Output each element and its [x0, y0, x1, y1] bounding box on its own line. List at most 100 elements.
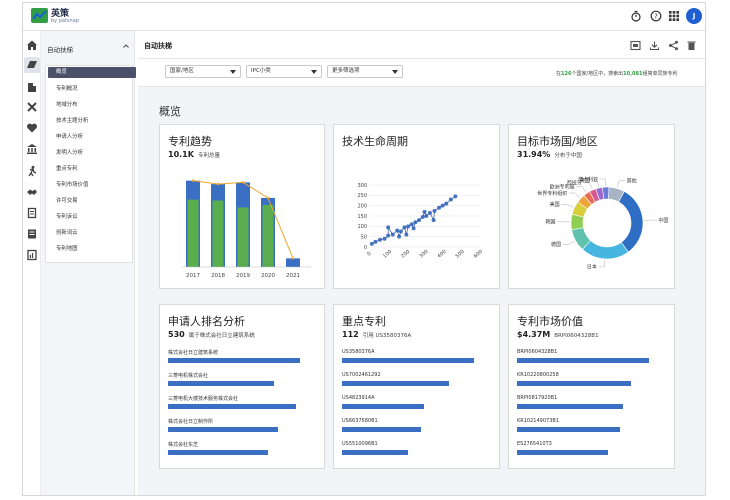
scatter-point[interactable] — [420, 215, 425, 220]
card-key-patents[interactable]: 重点专利 112 引用 US3580376A US3580376A US700246… — [333, 304, 500, 469]
scatter-point[interactable] — [453, 194, 458, 199]
analysis-icon[interactable] — [24, 57, 40, 73]
key-patent-row-bar[interactable] — [342, 404, 424, 409]
subnav-item-overview[interactable]: 概览 — [48, 67, 136, 78]
card-target-market[interactable]: 目标市场国/地区 31.94% 分布于中国 中国 日本 德国 韩国 美国 世界专利组织 欧洲专… — [508, 124, 675, 289]
logo-icon[interactable] — [31, 8, 48, 23]
subnav-item-applicant[interactable]: 申请人分析 — [56, 132, 83, 140]
scatter-point[interactable] — [386, 233, 391, 238]
settings-gear-icon[interactable] — [704, 40, 705, 51]
applicant-row-bar[interactable] — [168, 358, 300, 363]
key-patent-row-bar[interactable] — [342, 450, 408, 455]
scatter-point[interactable] — [422, 209, 427, 214]
market-value-row-bar[interactable] — [517, 404, 623, 409]
scatter-point[interactable] — [409, 222, 414, 227]
scatter-point[interactable] — [397, 234, 402, 239]
trend-line-point[interactable] — [216, 182, 220, 186]
apps-grid-icon[interactable] — [668, 10, 680, 22]
market-value-row-bar[interactable] — [517, 358, 649, 363]
scatter-point[interactable] — [417, 218, 422, 223]
home-icon[interactable] — [26, 39, 38, 51]
applicant-row-bar[interactable] — [168, 381, 274, 386]
scatter-point[interactable] — [427, 210, 432, 215]
trend-bar-total[interactable] — [286, 258, 300, 267]
tools-icon[interactable] — [26, 101, 38, 113]
subnav-item-topic[interactable]: 技术主题分析 — [56, 116, 88, 124]
donut-slice[interactable] — [582, 240, 629, 260]
scatter-point[interactable] — [448, 197, 453, 202]
building-icon[interactable] — [26, 81, 38, 93]
user-avatar[interactable]: J — [686, 8, 702, 24]
trend-bar-granted[interactable] — [187, 199, 199, 267]
subnav-item-geo[interactable]: 地域分布 — [56, 100, 78, 108]
card-tech-lifecycle[interactable]: 技术生命周期 0 50 100 150 200 250 300 0 100 200 300 400 50… — [333, 124, 500, 289]
scatter-point[interactable] — [373, 239, 378, 244]
download-icon[interactable] — [649, 40, 660, 51]
key-patent-row-bar[interactable] — [342, 427, 421, 432]
subnav-item-patent-map[interactable]: 专利地图 — [56, 244, 78, 252]
scatter-point[interactable] — [424, 214, 429, 218]
applicant-row-bar[interactable] — [168, 450, 268, 455]
market-value-row-bar[interactable] — [517, 450, 608, 455]
scatter-point[interactable] — [382, 236, 387, 241]
trend-line-point[interactable] — [191, 179, 195, 182]
scatter-point[interactable] — [437, 205, 442, 210]
country-filter-dropdown[interactable]: 国家/地区 — [165, 65, 241, 78]
scatter-point[interactable] — [431, 218, 436, 223]
scatter-point[interactable] — [369, 241, 374, 246]
scatter-point[interactable] — [398, 229, 403, 234]
delete-icon[interactable] — [686, 40, 697, 51]
scatter-point[interactable] — [404, 232, 409, 237]
bank-icon[interactable] — [26, 143, 38, 155]
subnav-item-word-cloud[interactable]: 创新词云 — [56, 228, 78, 236]
card-market-value[interactable]: 专利市场价值 $4.37M BRPI0604328B1 BRPI0604328B1… — [508, 304, 675, 469]
scatter-point[interactable] — [413, 220, 418, 225]
subnav-item-litigation[interactable]: 专利诉讼 — [56, 212, 78, 220]
scatter-point[interactable] — [444, 201, 449, 206]
card-applicant-ranking[interactable]: 申请人排名分析 530 属于株式会社日立建筑系统 株式会社日立建筑系统 三菱电机株式… — [159, 304, 325, 469]
document-icon[interactable] — [26, 207, 38, 219]
timer-icon[interactable] — [630, 10, 642, 22]
key-patent-row-bar[interactable] — [342, 381, 449, 386]
scatter-point[interactable] — [390, 232, 395, 237]
subnav-section-label[interactable]: 自动扶梯 — [47, 44, 73, 54]
subnav-item-inventor[interactable]: 发明人分析 — [56, 148, 83, 156]
market-value-row-bar[interactable] — [517, 427, 620, 432]
trend-line-point[interactable] — [266, 196, 270, 200]
scatter-point[interactable] — [440, 203, 445, 208]
scatter-point[interactable] — [386, 225, 391, 230]
donut-slice[interactable] — [618, 190, 644, 253]
subnav-item-licensing[interactable]: 许可交易 — [56, 196, 78, 204]
card-patent-trend[interactable]: 专利趋势 10.1K 专利总量 2017 2018 2019 2020 2021 — [159, 124, 325, 289]
trend-line-point[interactable] — [241, 181, 245, 184]
scatter-point[interactable] — [411, 226, 416, 231]
subnav-item-patent-profile[interactable]: 专利概况 — [56, 84, 78, 92]
donut-slice[interactable] — [602, 186, 610, 200]
scatter-point[interactable] — [395, 228, 400, 233]
scatter-point[interactable] — [402, 225, 407, 230]
report-icon[interactable] — [26, 228, 38, 240]
chevron-up-icon[interactable] — [122, 42, 130, 52]
handshake-icon[interactable] — [26, 186, 38, 198]
subnav-item-key-patents[interactable]: 重点专利 — [56, 164, 78, 172]
scatter-point[interactable] — [377, 237, 382, 242]
screenshot-icon[interactable] — [630, 40, 641, 51]
help-icon[interactable]: ? — [650, 10, 662, 22]
key-patent-row-bar[interactable] — [342, 358, 474, 363]
share-icon[interactable] — [668, 40, 679, 51]
heart-icon[interactable] — [26, 122, 38, 134]
ipc-filter-dropdown[interactable]: IPC小类 — [246, 65, 322, 78]
scatter-point[interactable] — [432, 208, 437, 213]
trend-bar-granted[interactable] — [212, 200, 224, 268]
scatter-point[interactable] — [406, 224, 411, 229]
market-value-row-bar[interactable] — [517, 381, 631, 386]
trend-bar-granted[interactable] — [262, 204, 274, 267]
more-filters-dropdown[interactable]: 更多筛选项 — [327, 65, 403, 78]
person-run-icon[interactable] — [26, 165, 38, 177]
trend-line-point[interactable] — [291, 257, 295, 260]
applicant-row-bar[interactable] — [168, 404, 296, 409]
subnav-item-market-value[interactable]: 专利市场价值 — [56, 180, 88, 188]
trend-bar-granted[interactable] — [237, 207, 249, 267]
applicant-row-bar[interactable] — [168, 427, 278, 432]
chart-report-icon[interactable] — [26, 249, 38, 261]
